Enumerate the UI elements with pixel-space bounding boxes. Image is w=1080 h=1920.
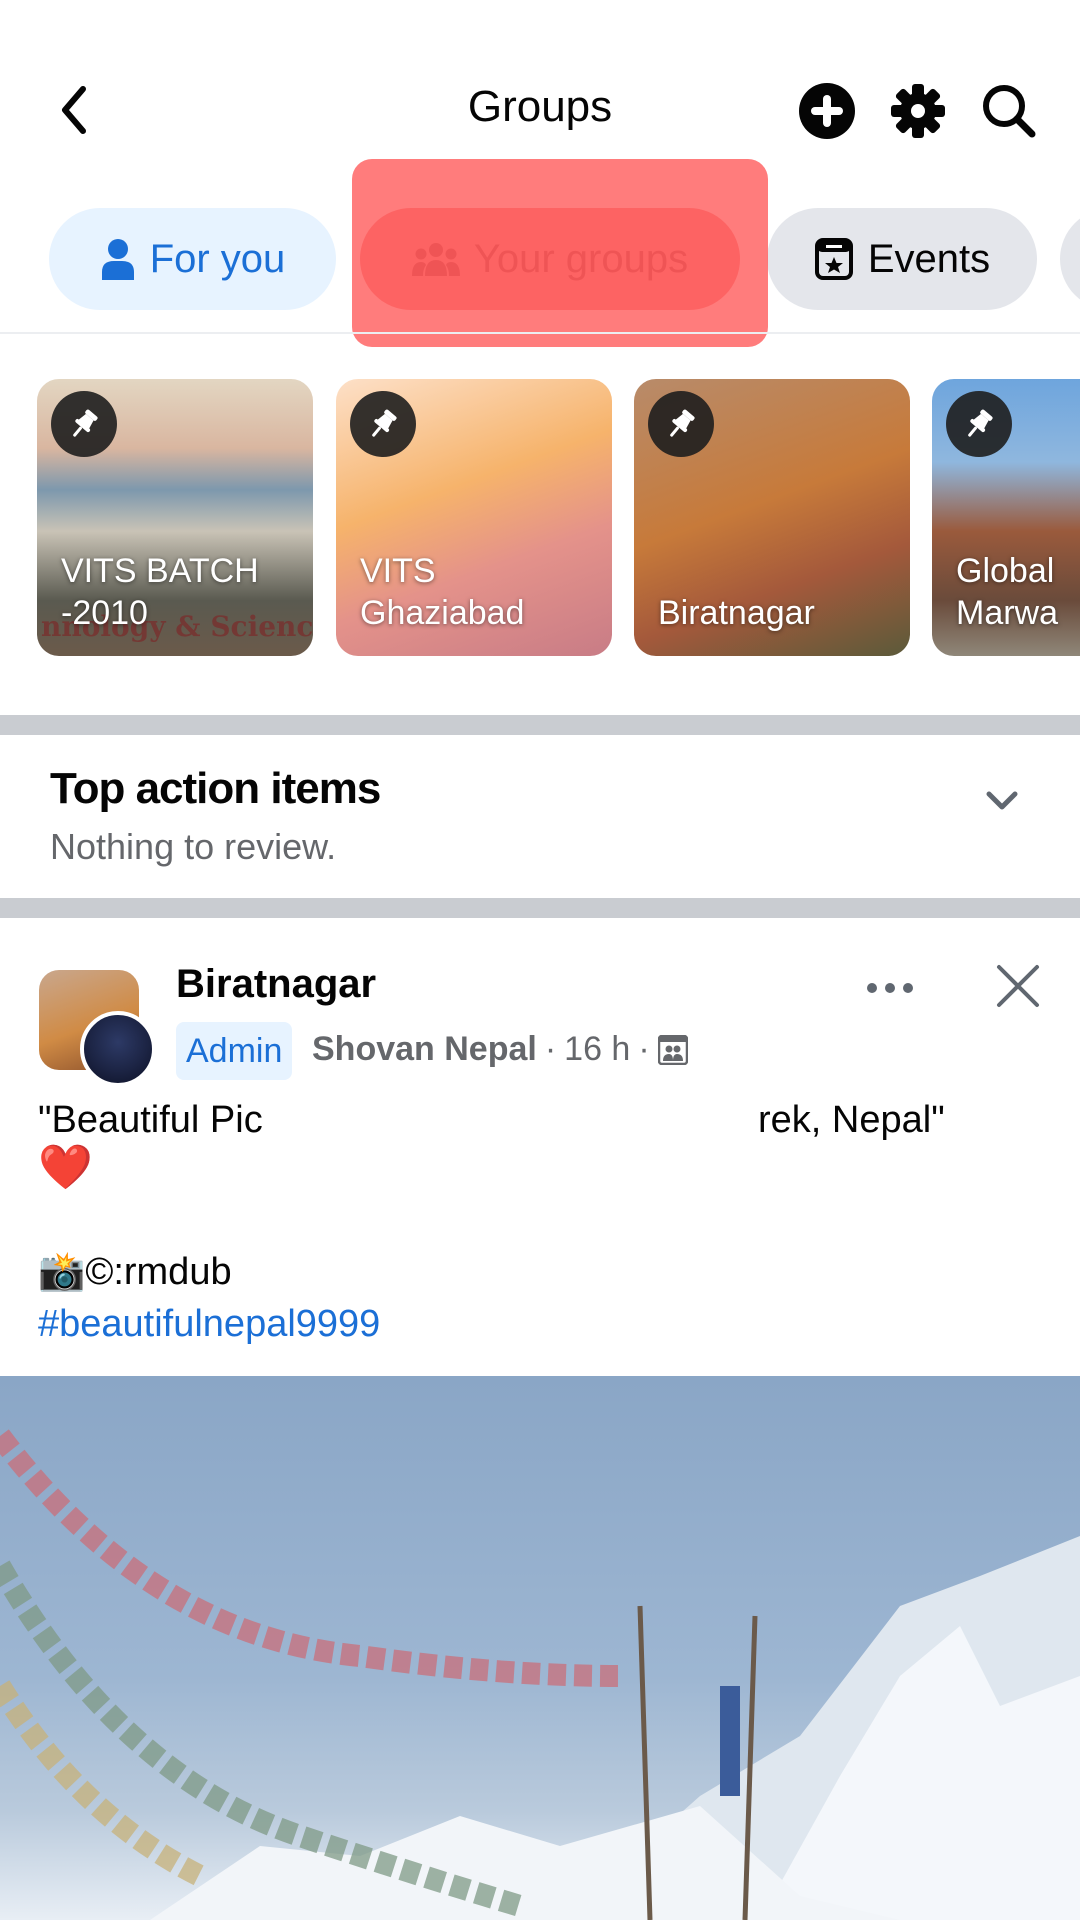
admin-badge: Admin (176, 1022, 293, 1080)
heart-emoji: ❤️ (38, 1143, 93, 1192)
create-group-button[interactable] (798, 82, 856, 140)
search-button[interactable] (980, 82, 1038, 140)
group-audience-icon (657, 1034, 688, 1065)
more-horizontal-icon (867, 983, 913, 993)
tap-highlight-overlay (352, 159, 768, 347)
close-icon (997, 965, 1039, 1007)
group-card[interactable]: Global Marwa (932, 379, 1080, 656)
post-group-name[interactable]: Biratnagar (176, 962, 376, 1007)
post-author[interactable]: Shovan Nepal (312, 1030, 537, 1069)
pin-icon (648, 391, 714, 457)
plus-circle-icon (799, 83, 855, 139)
post-time[interactable]: 16 h (564, 1030, 630, 1069)
meta-separator: · (544, 1030, 557, 1068)
group-name-line2: Ghaziabad (360, 594, 525, 632)
group-name-line1: Global (956, 552, 1055, 590)
group-name-line1: VITS BATCH (61, 552, 259, 590)
post-image[interactable] (0, 1376, 1080, 1920)
photo-credit: 📸©:rmdub (38, 1251, 232, 1293)
group-name-line2: Biratnagar (658, 594, 815, 632)
section-separator (0, 715, 1080, 735)
group-card[interactable]: VITS Ghaziabad (336, 379, 612, 656)
tab-for-you[interactable]: For you (49, 208, 336, 310)
action-items-subtitle: Nothing to review. (50, 826, 337, 867)
divider (0, 332, 1080, 334)
tab-label: For you (149, 236, 286, 281)
person-icon (101, 239, 134, 280)
calendar-star-icon (814, 238, 853, 280)
post-text-start: "Beautiful Pic (38, 1099, 263, 1141)
settings-button[interactable] (889, 82, 947, 140)
group-name-line2: Marwa (956, 594, 1059, 632)
post-options-button[interactable] (862, 968, 918, 1008)
tab-events[interactable]: Events (767, 208, 1037, 310)
post-text-line: rek, Nepal" (758, 1094, 945, 1146)
hashtag-link[interactable]: #beautifulnepal9999 (38, 1298, 380, 1350)
meta-separator: · (638, 1030, 650, 1068)
tab-label: Events (867, 236, 991, 281)
pin-icon (946, 391, 1012, 457)
group-card[interactable]: Biratnagar (634, 379, 910, 656)
expand-action-items-button[interactable] (976, 776, 1028, 826)
hide-post-button[interactable] (990, 958, 1046, 1014)
post-text-end: rek, Nepal" (758, 1099, 945, 1141)
post-text-line: "Beautiful Pic (38, 1094, 263, 1146)
pin-icon (350, 391, 416, 457)
group-name-line1: VITS (360, 552, 436, 590)
action-items-title: Top action items (50, 764, 381, 813)
chevron-down-icon (986, 791, 1018, 810)
author-avatar[interactable] (80, 1011, 156, 1087)
mountain-flags-image (0, 1429, 1080, 1920)
search-icon (983, 85, 1036, 138)
group-card[interactable]: nnology & Science VITS BATCH -2010 (37, 379, 313, 656)
tab-more[interactable] (1060, 208, 1080, 310)
section-separator (0, 898, 1080, 918)
pin-icon (51, 391, 117, 457)
group-name-line2: -2010 (61, 594, 148, 632)
gear-icon (891, 84, 945, 138)
post-meta: Shovan Nepal · 16 h · (312, 1030, 688, 1069)
